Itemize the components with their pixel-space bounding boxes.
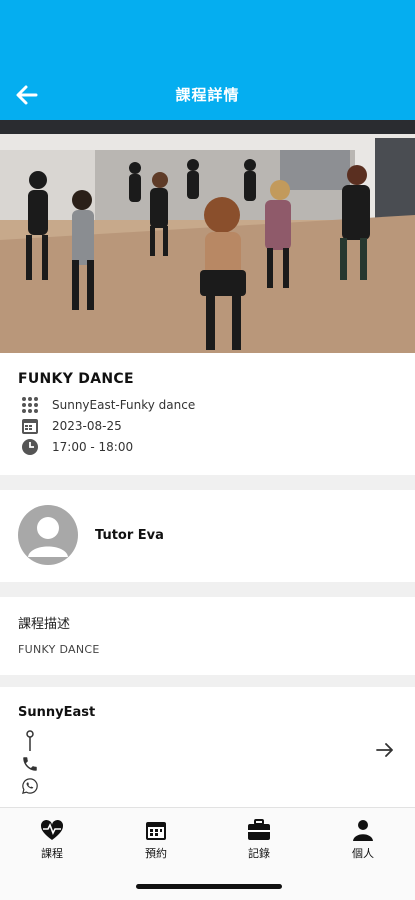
course-time: 17:00 - 18:00 [52, 440, 134, 454]
description-text: FUNKY DANCE [18, 643, 100, 656]
tab-courses-label: 課程 [41, 847, 63, 860]
phone-icon[interactable] [20, 754, 40, 774]
tab-booking-label: 預約 [145, 847, 167, 860]
tab-records-label: 記錄 [248, 847, 270, 860]
date-row: 2023-08-25 [20, 416, 122, 436]
grid-dots-icon [20, 395, 40, 415]
tab-booking[interactable]: 預約 [126, 818, 186, 861]
map-pin-icon[interactable] [20, 730, 40, 751]
tutor-name: Tutor Eva [95, 528, 164, 543]
calendar-icon [143, 818, 169, 842]
page-title: 課程詳情 [175, 86, 240, 104]
tab-records[interactable]: 記錄 [229, 818, 289, 861]
clock-icon [20, 437, 40, 457]
app-header: 課程詳情 [0, 0, 415, 120]
tab-courses[interactable]: 課程 [22, 818, 82, 861]
calendar-icon [20, 416, 40, 436]
tab-profile[interactable]: 個人 [333, 818, 393, 861]
briefcase-icon [246, 818, 272, 842]
description-label: 課程描述 [18, 617, 71, 632]
course-hero-image [0, 120, 415, 353]
tab-profile-label: 個人 [352, 847, 374, 860]
course-title: FUNKY DANCE [18, 371, 134, 387]
heart-pulse-icon [39, 818, 65, 842]
location-row: SunnyEast-Funky dance [20, 395, 195, 415]
whatsapp-icon[interactable] [20, 776, 40, 796]
time-row: 17:00 - 18:00 [20, 437, 133, 457]
course-location: SunnyEast-Funky dance [52, 398, 196, 412]
course-date: 2023-08-25 [52, 419, 122, 433]
description-card: 課程描述 FUNKY DANCE [0, 597, 415, 675]
home-indicator [136, 884, 282, 889]
tutor-avatar [18, 505, 78, 565]
person-icon [350, 818, 376, 842]
course-info-card: FUNKY DANCE SunnyEast-Funky dance 2023-0… [0, 353, 415, 475]
venue-card: SunnyEast [0, 687, 415, 807]
arrow-right-icon [376, 743, 393, 757]
venue-directions-button[interactable] [373, 738, 397, 762]
tutor-card[interactable]: Tutor Eva [0, 490, 415, 582]
venue-name: SunnyEast [18, 705, 96, 720]
